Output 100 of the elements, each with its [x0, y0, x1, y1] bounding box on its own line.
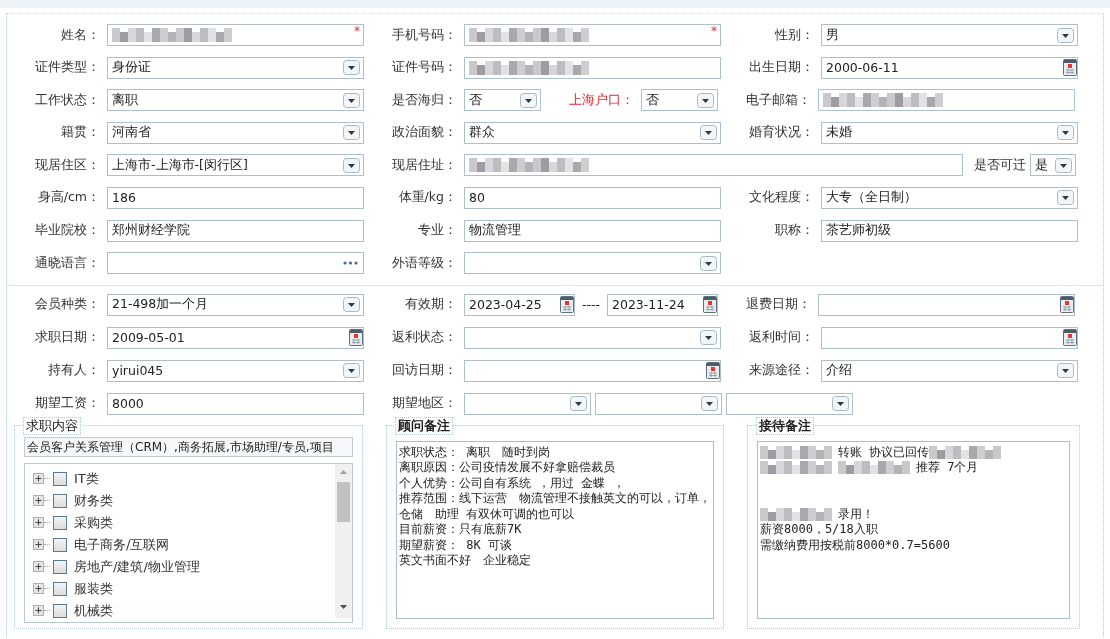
checkbox[interactable]	[53, 537, 67, 552]
checkbox[interactable]	[53, 603, 67, 618]
text-field[interactable]: 物流管理	[464, 219, 721, 242]
dropdown-field[interactable]: 未婚	[821, 121, 1078, 144]
more-icon[interactable]	[343, 261, 358, 266]
dropdown-field[interactable]: 身份证	[107, 56, 364, 79]
dropdown-field[interactable]: 否	[464, 89, 541, 112]
notes-textarea[interactable]: 转账 协议已回传 推荐 7个月 录用！ 薪资8000，5/18入职 需缴纳费用按税前8000*0.7=5600	[757, 440, 1070, 619]
dropdown-field[interactable]: 是	[1030, 154, 1076, 177]
field-label: 返利状态：	[391, 329, 457, 347]
checkbox[interactable]	[53, 559, 67, 574]
dropdown-field[interactable]	[726, 392, 853, 415]
dropdown-field[interactable]: 离职	[107, 89, 364, 112]
dropdown-field[interactable]: 群众	[464, 121, 721, 144]
dropdown-field[interactable]: 介绍	[821, 359, 1078, 382]
tree-item-label[interactable]: 服装类	[74, 579, 113, 598]
date-field[interactable]: 2023-04-25	[464, 293, 575, 316]
expand-icon[interactable]	[33, 539, 44, 551]
tree-item-label[interactable]: 采购类	[74, 513, 113, 532]
field-label: 期望地区：	[391, 395, 457, 413]
text-field[interactable]: 8000	[107, 392, 364, 415]
text-field[interactable]	[818, 89, 1075, 112]
expand-icon[interactable]	[33, 473, 44, 485]
expand-icon[interactable]	[33, 605, 44, 617]
calendar-icon[interactable]	[1060, 296, 1074, 314]
dropdown-field[interactable]: 否	[641, 89, 718, 112]
note-text: 个人优势：公司自有系统 ，用过 金蝶 ，	[399, 475, 625, 490]
dropdown-field[interactable]	[464, 392, 591, 415]
note-text: 薪资8000，5/18入职	[760, 522, 878, 537]
text-field[interactable]: 郑州财经学院	[107, 219, 364, 242]
tree-item-label[interactable]: IT类	[74, 469, 99, 488]
field-label: 有效期：	[404, 296, 457, 314]
dropdown-field[interactable]	[464, 252, 721, 275]
expand-icon[interactable]	[33, 583, 44, 595]
field-label: 婚育状况：	[748, 124, 814, 142]
field-label: 手机号码：	[391, 26, 457, 44]
date-field[interactable]	[464, 359, 721, 382]
dropdown-field[interactable]: 上海市-上海市-[闵行区]	[107, 154, 364, 177]
calendar-icon[interactable]	[349, 329, 363, 347]
field-label: 出生日期：	[748, 59, 814, 77]
field-label: 性别：	[774, 26, 814, 44]
dropdown-field[interactable]: 21-498加一个月	[107, 293, 364, 316]
notes-textarea[interactable]: 求职状态： 离职 随时到岗 离职原因：公司疫情发展不好拿赔偿裁员 个人优势：公司自有系统 ，用过 金蝶 ， 推荐范围：线下运营 物流管理不接触英文的可以，订单，仓储 助理 有双休可调的也可以 目前薪资：只有底薪7K 期望薪资： 8K 可谈 英文书面不好 企业稳定	[396, 440, 714, 619]
text-field[interactable]: 186	[107, 186, 364, 209]
note-text: 英文书面不好 企业稳定	[399, 553, 531, 568]
blurred-text	[760, 507, 832, 521]
checkbox[interactable]	[53, 515, 67, 530]
note-text: 推荐 7个月	[916, 460, 979, 475]
calendar-icon[interactable]	[706, 362, 720, 380]
date-field[interactable]	[818, 293, 1075, 316]
calendar-icon[interactable]	[1063, 329, 1077, 347]
text-field[interactable]: 80	[464, 186, 721, 209]
blurred-text	[760, 445, 832, 459]
dropdown-field[interactable]: 河南省	[107, 121, 364, 144]
panel-title: 顾问备注	[395, 416, 453, 435]
calendar-icon[interactable]	[1063, 59, 1077, 77]
date-field[interactable]	[821, 326, 1078, 349]
field-label: 毕业院校：	[34, 222, 100, 240]
tree-item-label[interactable]: 财务类	[74, 491, 113, 510]
dropdown-field[interactable]: 大专（全日制）	[821, 186, 1078, 209]
field-label: 身高/cm：	[36, 189, 100, 207]
text-field[interactable]: 茶艺师初级	[821, 219, 1078, 242]
range-separator: ----	[580, 297, 601, 313]
text-field[interactable]	[464, 154, 963, 177]
note-text: 离职原因：公司疫情发展不好拿赔偿裁员	[399, 460, 615, 475]
required-mark: *	[711, 24, 717, 38]
checkbox[interactable]	[53, 493, 67, 508]
dropdown-field[interactable]	[595, 392, 722, 415]
expand-icon[interactable]	[33, 495, 44, 507]
dropdown-field[interactable]: yirui045	[107, 359, 364, 382]
text-field[interactable]	[464, 56, 721, 79]
tree-item-label[interactable]: 机械类	[74, 601, 113, 620]
picker-field[interactable]	[107, 252, 364, 275]
field-label: 来源途径：	[748, 362, 814, 380]
text-field[interactable]: *	[464, 24, 721, 46]
date-field[interactable]: 2009-05-01	[107, 326, 364, 349]
date-field[interactable]: 2023-11-24	[607, 293, 718, 316]
dropdown-field[interactable]: 男	[821, 24, 1078, 46]
tree-item-label[interactable]: 电子商务/互联网	[74, 535, 170, 554]
note-text: 期望薪资： 8K 可谈	[399, 537, 512, 552]
calendar-icon[interactable]	[560, 296, 574, 314]
required-mark: *	[354, 24, 360, 38]
checkbox[interactable]	[53, 471, 67, 486]
field-label: 政治面貌：	[391, 124, 457, 142]
note-text: 目前薪资：只有底薪7K	[399, 522, 522, 537]
field-label: 会员种类：	[34, 296, 100, 314]
expand-icon[interactable]	[33, 517, 44, 529]
text-field[interactable]: *	[107, 24, 364, 46]
tree-item-label[interactable]: 房地产/建筑/物业管理	[74, 557, 200, 576]
note-text: 求职状态： 离职 随时到岗	[399, 444, 551, 459]
field-label: 姓名：	[60, 26, 100, 44]
expand-icon[interactable]	[33, 561, 44, 573]
field-label: 证件号码：	[391, 59, 457, 77]
date-field[interactable]: 2000-06-11	[821, 56, 1078, 79]
text-field[interactable]: 会员客户关系管理（CRM）,商务拓展,市场助理/专员,项目	[24, 436, 353, 457]
field-label: 通晓语言：	[34, 254, 100, 272]
field-label: 退费日期：	[745, 296, 811, 314]
dropdown-field[interactable]	[464, 326, 721, 349]
checkbox[interactable]	[53, 581, 67, 596]
calendar-icon[interactable]	[703, 296, 717, 314]
